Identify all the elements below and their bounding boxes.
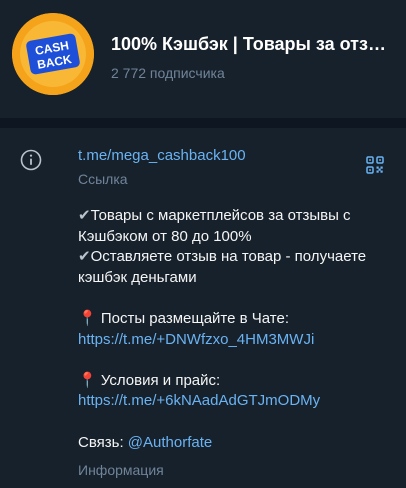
link-caption: Ссылка <box>78 171 128 187</box>
description-line: ✔Товары с маркетплейсов за отзывы с <box>78 206 398 227</box>
info-icon <box>20 149 42 171</box>
checkmark-icon: ✔ <box>78 207 91 224</box>
cashback-logo: CASH BACK <box>12 13 94 95</box>
description-line: ✔Оставляете отзыв на товар - получаете <box>78 247 398 268</box>
contact-label: Связь: <box>78 433 128 451</box>
description-text: Посты размещайте в Чате: <box>100 309 289 327</box>
description-line: 📍 Посты размещайте в Чате: <box>78 309 398 330</box>
checkmark-icon: ✔ <box>78 248 91 266</box>
link-line: https://t.me/+DNWfzxo_4HM3MWJi <box>78 330 398 351</box>
link-line: https://t.me/+6kNAadAdGTJmODMy <box>78 391 398 412</box>
channel-link[interactable]: t.me/mega_cashback100 <box>78 147 246 164</box>
subscriber-count: 2 772 подписчика <box>111 65 225 81</box>
pin-icon: 📍 <box>78 309 97 327</box>
description-text: Условия и прайс: <box>100 371 221 389</box>
pin-icon: 📍 <box>78 371 97 389</box>
channel-description: ✔Товары с маркетплейсов за отзывы с Кэшб… <box>78 206 398 453</box>
description-text: Товары с маркетплейсов за отзывы с <box>90 207 351 224</box>
channel-avatar[interactable]: CASH BACK <box>12 13 94 95</box>
section-divider <box>0 118 406 128</box>
price-invite-link[interactable]: https://t.me/+6kNAadAdGTJmODMy <box>78 392 320 409</box>
description-text: Оставляете отзыв на товар - получаете <box>90 248 367 266</box>
contact-handle-link[interactable]: @Authorfate <box>128 434 212 451</box>
qr-code-icon[interactable] <box>366 156 384 174</box>
info-caption: Информация <box>78 462 164 478</box>
description-text: кэшбэк деньгами <box>78 268 197 286</box>
description-text: Кэшбэком от 80 до 100% <box>78 227 252 245</box>
chat-invite-link[interactable]: https://t.me/+DNWfzxo_4HM3MWJi <box>78 331 314 348</box>
channel-header: CASH BACK 100% Кэшбэк | Товары за отзывы… <box>0 0 406 118</box>
channel-title: 100% Кэшбэк | Товары за отзывы <box>111 34 396 54</box>
description-line: 📍 Условия и прайс: <box>78 371 398 392</box>
contact-line: Связь: @Authorfate <box>78 433 398 454</box>
